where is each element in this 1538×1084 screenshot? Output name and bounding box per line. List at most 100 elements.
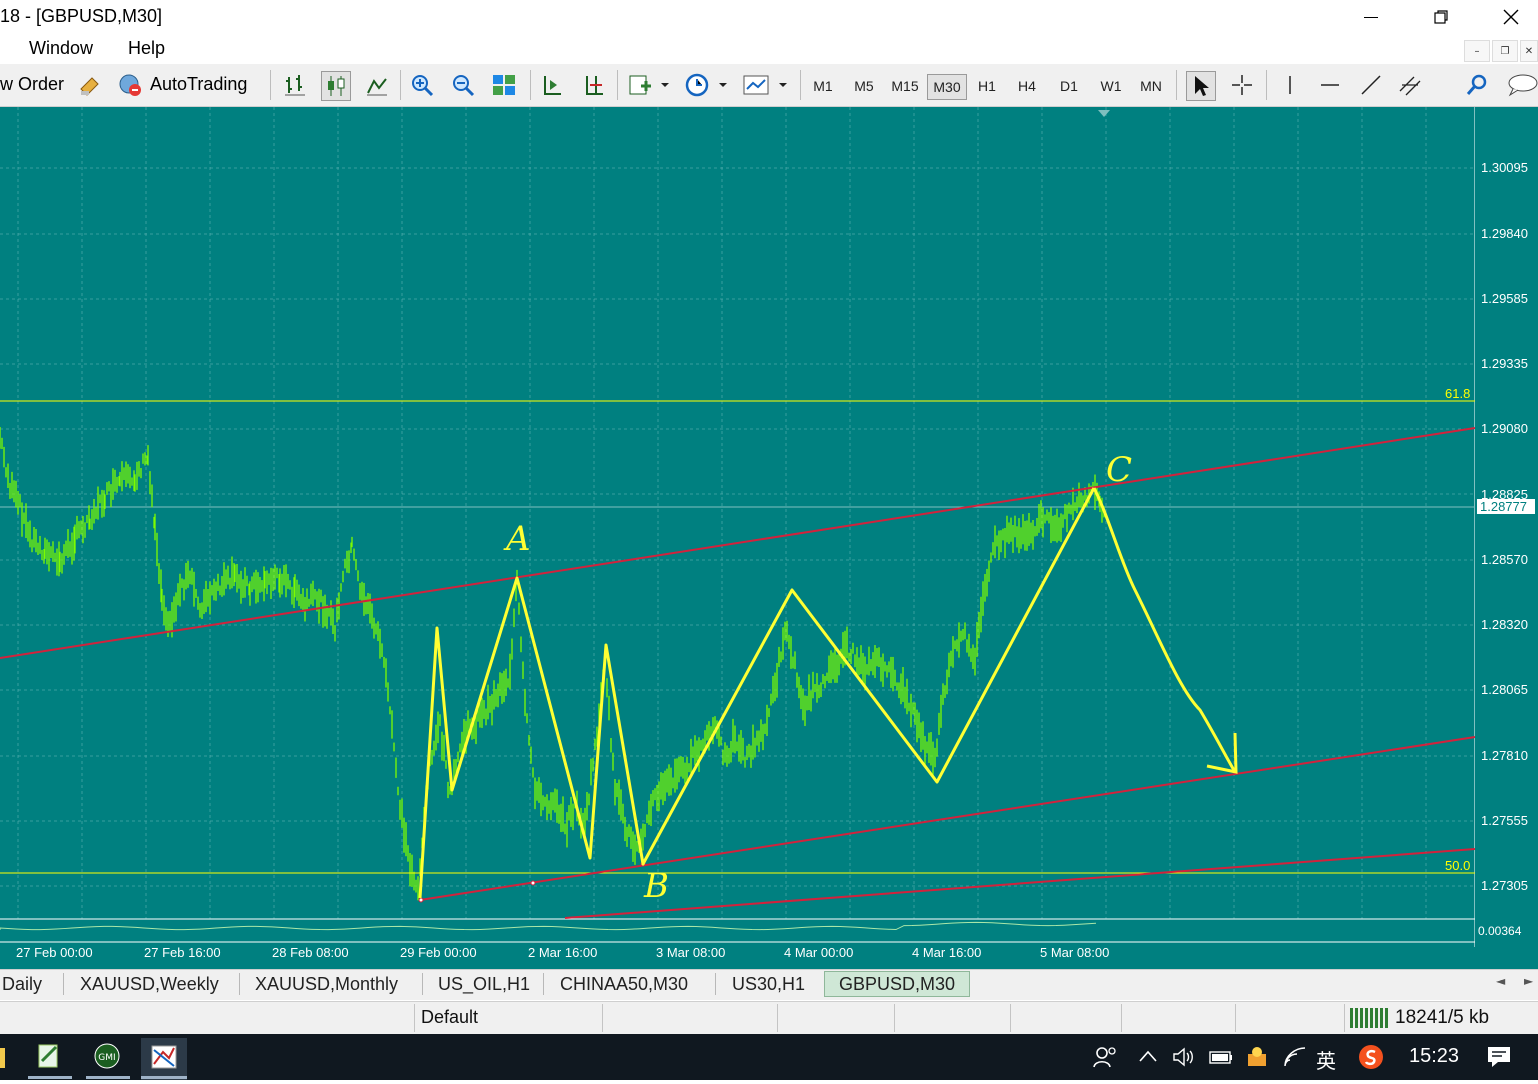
tab-xauusd-weekly[interactable]: XAUUSD,Weekly	[80, 971, 219, 997]
tray-chevron-up-icon[interactable]	[1138, 1048, 1158, 1067]
tabs-scroll-right-button[interactable]: ►	[1524, 974, 1533, 988]
metaeditor-button[interactable]	[76, 71, 104, 99]
toolbar-separator	[400, 70, 401, 100]
candlestick-button[interactable]	[321, 71, 351, 101]
crosshair-tool-button[interactable]	[1228, 71, 1256, 99]
search-button[interactable]	[1463, 71, 1491, 99]
timeframe-d1-button[interactable]: D1	[1052, 74, 1086, 98]
zoom-in-button[interactable]	[408, 71, 436, 99]
timeframe-w1-button[interactable]: W1	[1094, 74, 1128, 98]
mdi-minimize-button[interactable]: –	[1464, 40, 1490, 62]
horizontal-line-tool-button[interactable]	[1316, 71, 1344, 99]
minimize-button[interactable]	[1341, 0, 1401, 34]
chat-button[interactable]	[1505, 71, 1538, 99]
battery-icon[interactable]	[1208, 1046, 1234, 1072]
taskbar-clock[interactable]: 15:23	[1409, 1045, 1459, 1068]
price-label: 1.29585	[1481, 291, 1528, 306]
timeframe-m30-button[interactable]: M30	[927, 74, 967, 100]
tab-xauusd-monthly[interactable]: XAUUSD,Monthly	[255, 971, 398, 997]
search-icon	[1466, 74, 1487, 95]
wave-label-a: A	[506, 519, 531, 559]
bar-chart-button[interactable]	[281, 71, 309, 99]
new-order-button[interactable]: w Order	[0, 74, 64, 95]
terminal-icon	[151, 1045, 177, 1069]
status-separator	[777, 1004, 778, 1032]
price-label: 1.29080	[1481, 421, 1528, 436]
toolbar-separator	[530, 70, 531, 100]
status-separator	[1121, 1004, 1122, 1032]
channel-upper-line	[0, 427, 1476, 659]
status-separator	[1344, 1004, 1345, 1032]
price-label: 1.27555	[1481, 813, 1528, 828]
tile-windows-button[interactable]	[490, 71, 518, 99]
vertical-line-icon	[1289, 76, 1291, 94]
indicators-dropdown[interactable]	[626, 71, 672, 99]
time-label: 3 Mar 08:00	[656, 945, 726, 960]
tabs-scroll-left-button[interactable]: ◄	[1496, 974, 1505, 988]
cursor-icon	[1195, 76, 1209, 96]
trendline-tool-button[interactable]	[1357, 71, 1385, 99]
toolbar-separator	[1266, 70, 1267, 100]
restore-button[interactable]	[1411, 0, 1471, 34]
autotrading-label[interactable]: AutoTrading	[150, 74, 247, 95]
wifi-icon[interactable]	[1282, 1044, 1308, 1074]
indicators-icon	[629, 75, 669, 95]
profile-name[interactable]: Default	[421, 1007, 478, 1028]
toolbar-separator	[1176, 70, 1177, 100]
taskbar-notepad-button[interactable]	[36, 1043, 62, 1069]
notification-icon[interactable]	[1486, 1045, 1512, 1073]
price-chart[interactable]	[0, 107, 1538, 969]
tab-chinaa50-m30[interactable]: CHINAA50,M30	[560, 971, 688, 997]
periods-dropdown[interactable]	[684, 71, 730, 99]
channel-tool-button[interactable]	[1397, 71, 1425, 99]
price-label: 1.27810	[1481, 748, 1528, 763]
autotrading-toggle[interactable]	[116, 71, 144, 99]
timeframe-m5-button[interactable]: M5	[847, 74, 881, 98]
timeframe-h4-button[interactable]: H4	[1010, 74, 1044, 98]
chart-area[interactable]	[0, 107, 1538, 969]
timeframe-h1-button[interactable]: H1	[970, 74, 1004, 98]
auto-scroll-button[interactable]	[538, 71, 566, 99]
timeframe-m15-button[interactable]: M15	[886, 74, 924, 98]
status-bar	[0, 1001, 1538, 1035]
app-tray-icon[interactable]	[1244, 1044, 1270, 1074]
chart-shift-button[interactable]	[580, 71, 608, 99]
traffic-label: 18241/5 kb	[1395, 1007, 1490, 1028]
menu-help[interactable]: Help	[128, 38, 165, 59]
trendline-icon	[1361, 75, 1381, 95]
tab-daily[interactable]: Daily	[2, 971, 42, 997]
people-icon[interactable]	[1092, 1045, 1118, 1073]
line-chart-button[interactable]	[363, 71, 391, 99]
taskbar-app-edge[interactable]	[0, 1048, 5, 1068]
taskbar-gmi-button[interactable]: GMI	[94, 1043, 120, 1069]
ime-indicator[interactable]: 英	[1316, 1045, 1336, 1074]
line-chart-icon	[367, 78, 387, 96]
taskbar-terminal-button[interactable]	[141, 1038, 187, 1080]
tab-us-oil-h1[interactable]: US_OIL,H1	[438, 971, 530, 997]
menu-bar	[0, 34, 1538, 64]
templates-dropdown[interactable]	[742, 71, 790, 99]
status-separator	[414, 1004, 415, 1032]
price-label: 1.29840	[1481, 226, 1528, 241]
cursor-tool-button[interactable]	[1186, 71, 1216, 101]
sogou-ime-icon[interactable]	[1358, 1044, 1384, 1074]
fib-level-label: 50.0	[1445, 858, 1471, 873]
vertical-line-tool-button[interactable]	[1276, 71, 1304, 99]
title-bar: 18 - [GBPUSD,M30]	[0, 0, 1538, 34]
indicator-line	[0, 921, 1097, 931]
timeframe-m1-button[interactable]: M1	[806, 74, 840, 98]
close-button[interactable]	[1481, 0, 1538, 34]
gmi-icon: GMI	[94, 1043, 120, 1069]
time-label: 27 Feb 16:00	[144, 945, 221, 960]
timeframe-mn-button[interactable]: MN	[1134, 74, 1168, 98]
mdi-restore-button[interactable]: ❐	[1492, 40, 1518, 62]
menu-window[interactable]: Window	[29, 38, 93, 59]
wave-label-b: B	[644, 866, 669, 906]
volume-icon[interactable]	[1172, 1046, 1196, 1072]
window-title: 18 - [GBPUSD,M30]	[0, 6, 163, 26]
mdi-close-button[interactable]: ✕	[1520, 40, 1538, 62]
tab-gbpusd-m30[interactable]: GBPUSD,M30	[824, 971, 970, 997]
zoom-out-button[interactable]	[449, 71, 477, 99]
metaeditor-icon	[80, 77, 99, 96]
tab-us30-h1[interactable]: US30,H1	[732, 971, 805, 997]
